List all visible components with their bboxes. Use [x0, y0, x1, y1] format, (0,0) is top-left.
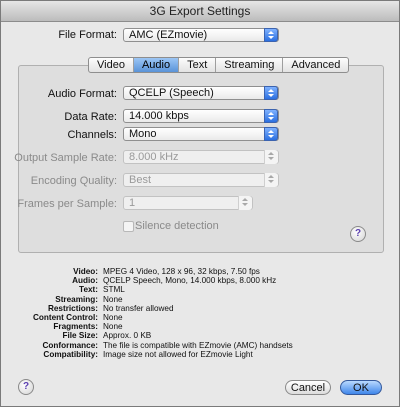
window-help-icon[interactable]: ? — [18, 379, 34, 395]
frames-per-sample-value: 1 — [129, 197, 136, 209]
summary-row-streaming: Streaming: None — [1, 295, 400, 304]
export-settings-window: 3G Export Settings File Format: AMC (EZm… — [0, 0, 400, 407]
summary-key: Video: — [73, 267, 98, 276]
summary-value: None — [103, 313, 123, 323]
file-format-popup[interactable]: AMC (EZmovie) — [123, 28, 279, 42]
summary-value: None — [103, 294, 123, 304]
summary-value: STML — [103, 285, 125, 295]
summary-row-restrictions: Restrictions: No transfer allowed — [1, 304, 400, 313]
frames-per-sample-label: Frames per Sample: — [17, 198, 117, 210]
summary-key: File Size: — [62, 331, 99, 341]
tab-advanced[interactable]: Advanced — [283, 58, 348, 72]
summary-row-text: Text: STML — [1, 285, 400, 294]
file-format-label: File Format: — [58, 29, 117, 41]
tab-text[interactable]: Text — [179, 58, 217, 72]
popup-arrows-icon — [264, 173, 278, 187]
summary-value: Image size not allowed for EZmovie Light — [103, 349, 253, 359]
frames-per-sample-popup[interactable]: 1 — [123, 196, 253, 210]
summary-row-video: Video: MPEG 4 Video, 128 x 96, 32 kbps, 7… — [1, 267, 400, 276]
summary-value: None — [103, 322, 123, 332]
audio-format-value: QCELP (Speech) — [129, 87, 214, 99]
data-rate-value: 14.000 kbps — [129, 110, 189, 122]
data-rate-label: Data Rate: — [64, 111, 117, 123]
summary-key: Streaming: — [55, 294, 98, 304]
encoding-quality-popup[interactable]: Best — [123, 173, 279, 187]
summary-row-content-control: Content Control: None — [1, 313, 400, 322]
popup-arrows-icon — [264, 150, 278, 164]
window-title: 3G Export Settings — [149, 4, 251, 18]
summary-key: Content Control: — [32, 313, 98, 323]
data-rate-popup[interactable]: 14.000 kbps — [123, 109, 279, 123]
panel-help-icon[interactable]: ? — [350, 226, 366, 242]
summary-value: QCELP Speech, Mono, 14.000 kbps, 8.000 k… — [103, 276, 277, 286]
summary-value: MPEG 4 Video, 128 x 96, 32 kbps, 7.50 fp… — [103, 267, 260, 276]
summary-key: Restrictions: — [47, 303, 98, 313]
popup-arrows-icon — [264, 86, 278, 100]
summary-key: Conformance: — [42, 340, 99, 350]
encoding-quality-value: Best — [129, 174, 152, 186]
file-format-value: AMC (EZmovie) — [129, 29, 208, 41]
summary-row-conformance: Conformance: The file is compatible with … — [1, 341, 400, 350]
summary-row-file-size: File Size: Approx. 0 KB — [1, 331, 400, 340]
silence-detection-checkbox[interactable] — [123, 221, 134, 232]
tab-streaming[interactable]: Streaming — [216, 58, 284, 72]
channels-popup[interactable]: Mono — [123, 127, 279, 141]
encoding-quality-label: Encoding Quality: — [30, 175, 117, 187]
summary-key: Audio: — [72, 276, 98, 286]
popup-arrows-icon — [264, 127, 278, 141]
cancel-button[interactable]: Cancel — [285, 380, 331, 395]
tab-audio[interactable]: Audio — [133, 58, 180, 72]
audio-format-popup[interactable]: QCELP (Speech) — [123, 86, 279, 100]
summary-key: Text: — [79, 285, 98, 295]
sample-rate-popup[interactable]: 8.000 kHz — [123, 150, 279, 164]
ok-button[interactable]: OK — [340, 380, 382, 395]
silence-detection-label: Silence detection — [135, 220, 219, 232]
summary-list: Video: MPEG 4 Video, 128 x 96, 32 kbps, 7… — [1, 267, 400, 359]
popup-arrows-icon — [238, 196, 252, 210]
summary-row-audio: Audio: QCELP Speech, Mono, 14.000 kbps, 8… — [1, 276, 400, 285]
title-bar: 3G Export Settings — [1, 1, 399, 22]
summary-value: No transfer allowed — [103, 303, 174, 313]
summary-key: Compatibility: — [43, 349, 98, 359]
tab-video[interactable]: Video — [89, 58, 134, 72]
summary-value: The file is compatible with EZmovie (AMC… — [103, 340, 293, 350]
sample-rate-label: Output Sample Rate: — [14, 152, 117, 164]
summary-key: Fragments: — [53, 322, 98, 332]
channels-value: Mono — [129, 128, 157, 140]
summary-value: Approx. 0 KB — [103, 331, 152, 341]
tab-bar: Video Audio Text Streaming Advanced — [88, 57, 350, 73]
channels-label: Channels: — [67, 129, 117, 141]
sample-rate-value: 8.000 kHz — [129, 151, 179, 163]
popup-arrows-icon — [264, 28, 278, 42]
summary-row-fragments: Fragments: None — [1, 322, 400, 331]
summary-row-compatibility: Compatibility: Image size not allowed for… — [1, 350, 400, 359]
popup-arrows-icon — [264, 109, 278, 123]
audio-format-label: Audio Format: — [47, 88, 117, 100]
